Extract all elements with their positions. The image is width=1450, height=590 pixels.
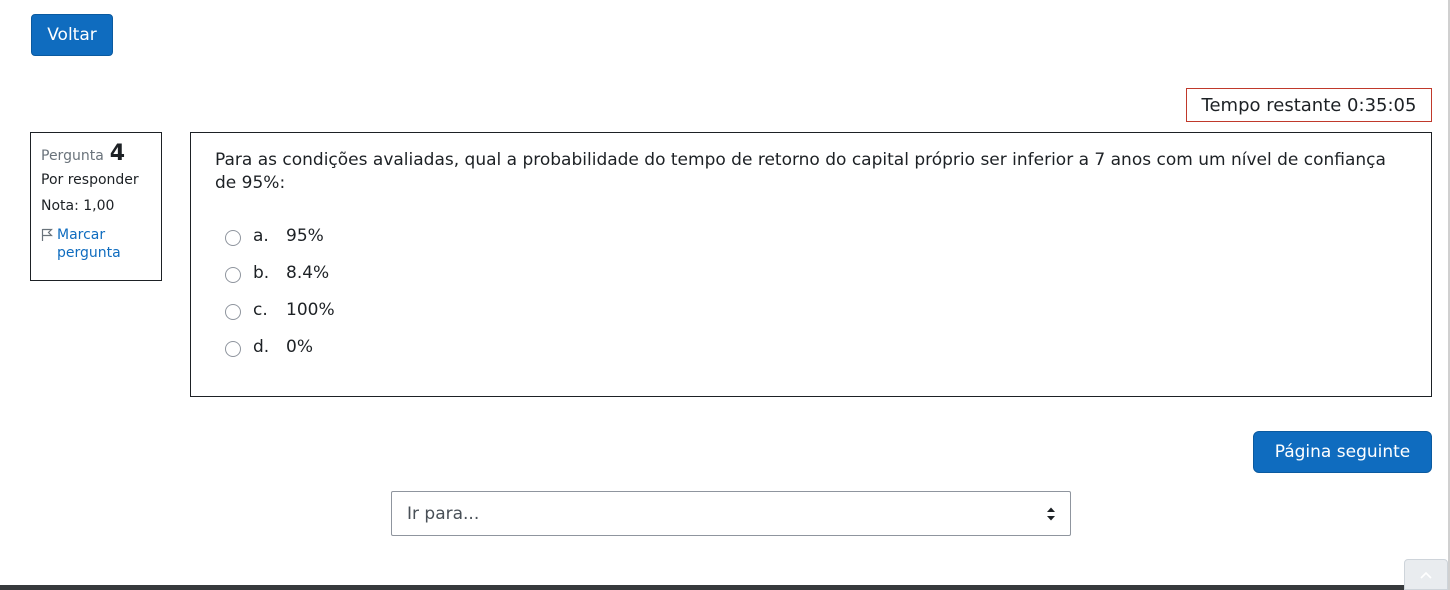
back-to-top-button[interactable] [1404,559,1448,590]
back-button[interactable]: Voltar [31,14,113,56]
answer-text: 0% [286,336,313,357]
next-page-button[interactable]: Página seguinte [1253,431,1432,473]
question-label: Pergunta [41,148,104,164]
answer-text: 8.4% [286,262,330,283]
timer-display: Tempo restante 0:35:05 [1186,88,1432,122]
answer-text: 100% [286,299,335,320]
question-grade: Nota: 1,00 [41,198,115,214]
answer-option-b[interactable]: b. 8.4% [225,254,1407,291]
answer-radio-c[interactable] [225,303,241,320]
answer-radio-b[interactable] [225,266,241,283]
page-footer [0,585,1450,590]
flag-question-link[interactable]: Marcar pergunta [41,226,151,262]
answer-radio-a[interactable] [225,229,241,246]
jump-to-select-value: Ir para... [407,503,480,524]
answer-letter: d. [253,336,270,357]
chevron-up-icon [1420,571,1432,579]
question-text: Para as condições avaliadas, qual a prob… [215,150,1386,193]
question-number: Pergunta 4 [41,141,151,166]
answer-text: 95% [286,225,324,246]
answer-option-a[interactable]: a. 95% [225,217,1407,254]
answer-options: a. 95% b. 8.4% c. 100% d. 0% [215,217,1407,365]
question-state: Por responder [41,172,139,188]
question-number-value: 4 [109,141,126,166]
answer-letter: c. [253,299,268,320]
flag-icon [41,228,53,241]
answer-letter: a. [253,225,269,246]
question-info-panel: Pergunta 4 Por responder Nota: 1,00 Marc… [30,132,162,281]
answer-radio-d[interactable] [225,340,241,357]
question-content: Para as condições avaliadas, qual a prob… [190,132,1432,397]
answer-option-c[interactable]: c. 100% [225,291,1407,328]
flag-question-label[interactable]: Marcar pergunta [57,226,151,262]
sort-arrows-icon [1047,507,1055,521]
quiz-attempt-page: Voltar Tempo restante 0:35:05 Pergunta 4… [0,0,1450,590]
answer-option-d[interactable]: d. 0% [225,328,1407,365]
answer-letter: b. [253,262,270,283]
jump-to-select[interactable]: Ir para... [391,491,1071,536]
